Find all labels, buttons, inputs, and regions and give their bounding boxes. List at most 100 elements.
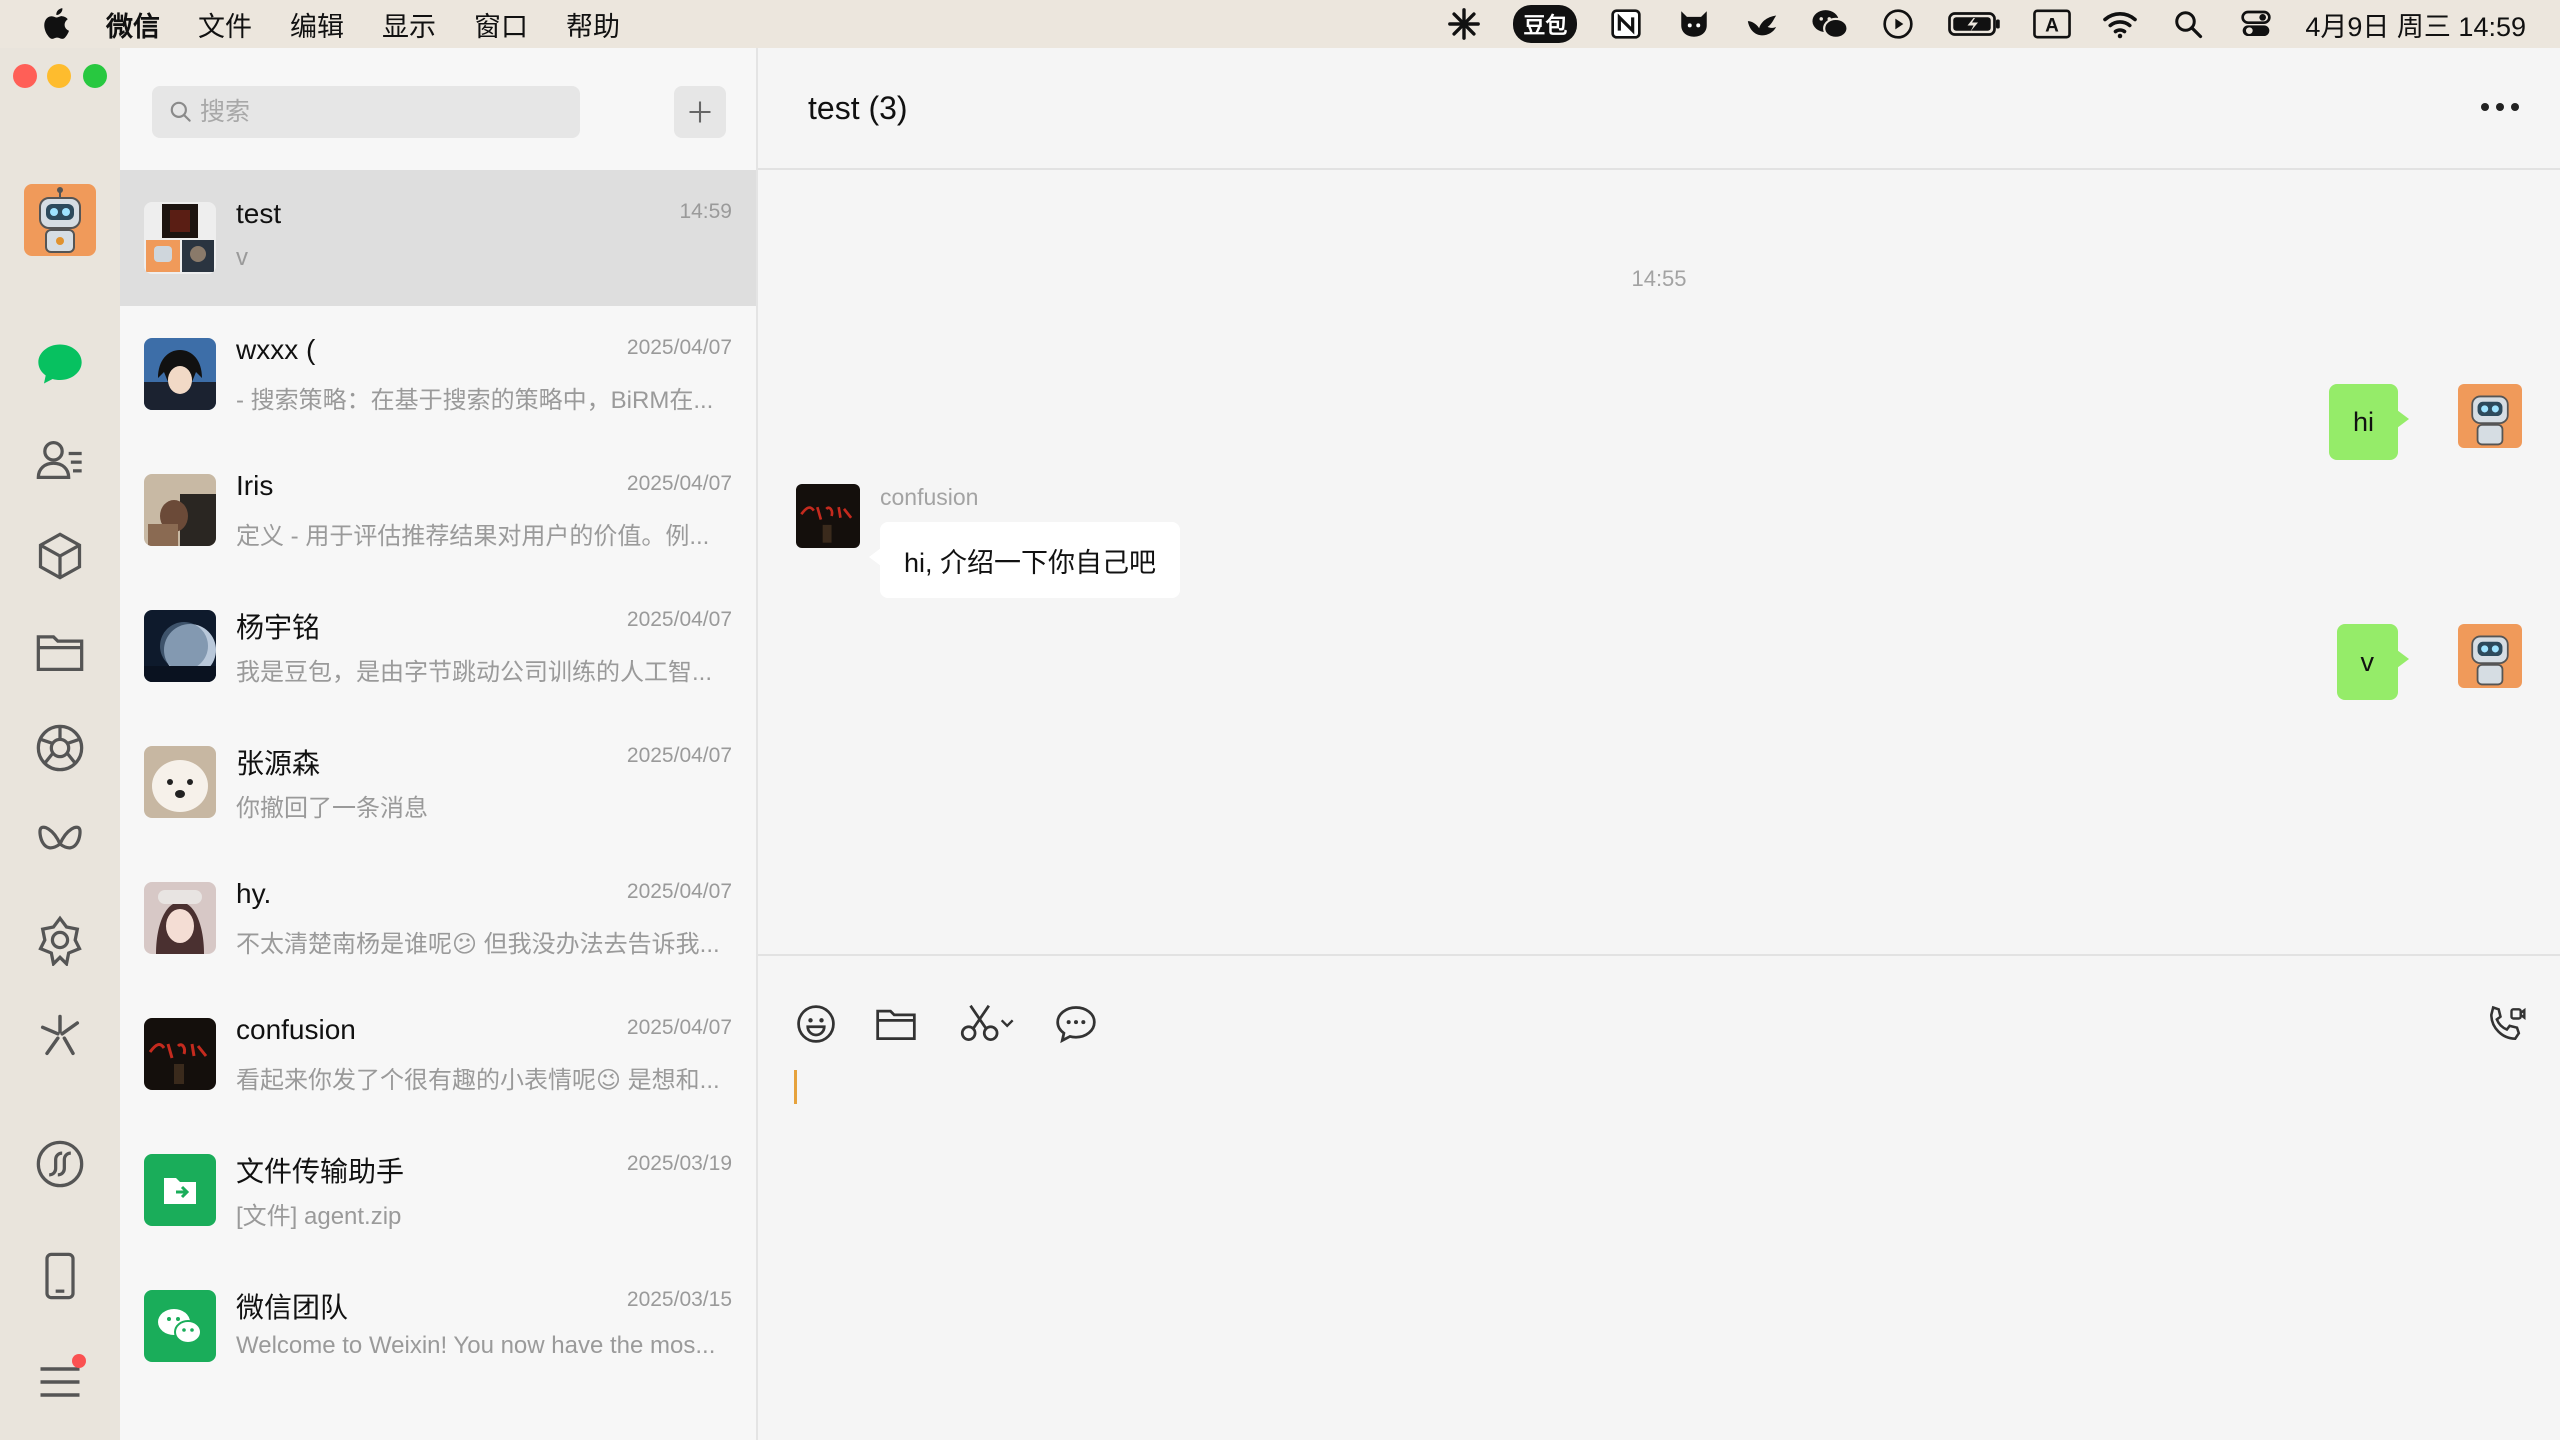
menu-view[interactable]: 显示 (382, 5, 436, 44)
chat-name: test (236, 198, 282, 229)
nav-channels-button[interactable] (30, 814, 90, 874)
chat-name: 杨宇铭 (236, 612, 321, 643)
scissors-icon (960, 1004, 1014, 1041)
contact-avatar (144, 1018, 216, 1090)
nav-contacts-button[interactable] (30, 430, 90, 490)
add-chat-button[interactable] (674, 86, 726, 138)
nav-chats-button[interactable] (30, 334, 90, 394)
moments-icon (36, 724, 84, 772)
phone-icon (45, 1252, 75, 1300)
nav-favorites-button[interactable] (30, 526, 90, 586)
message-text: hi (2352, 406, 2374, 437)
chat-name: 微信团队 (236, 1292, 349, 1323)
bird-icon[interactable] (1743, 5, 1781, 43)
message-area: 14:55 hi confusion hi, 介绍一下你自己吧 v (758, 170, 2560, 1000)
search-icon (40, 1014, 80, 1056)
chat-item-yang-yuming[interactable]: 杨宇铭 2025/04/07 我是豆包，是由字节跳动公司训练的人工智... (120, 578, 756, 714)
input-method-label: A (2046, 15, 2060, 36)
nav-moments-button[interactable] (30, 718, 90, 778)
chat-name: wxxx ( (236, 334, 316, 365)
control-center-icon[interactable] (2237, 5, 2275, 43)
emoji-icon (797, 1005, 835, 1043)
search-input[interactable] (200, 97, 570, 127)
window-maximize-button[interactable] (83, 64, 107, 88)
cat-icon[interactable] (1675, 5, 1713, 43)
chat-time: 2025/04/07 (626, 336, 732, 359)
nav-search-button[interactable] (30, 1006, 90, 1066)
more-dots-icon (2481, 103, 2519, 111)
sparkle-icon[interactable] (1445, 5, 1483, 43)
chat-time: 14:59 (679, 200, 732, 223)
window-close-button[interactable] (13, 64, 37, 88)
chat-name: Iris (236, 470, 274, 501)
nav-mini-programs-button[interactable] (30, 910, 90, 970)
wechat-icon[interactable] (1811, 5, 1850, 43)
menu-window[interactable]: 窗口 (474, 5, 528, 44)
my-message-avatar[interactable] (2458, 624, 2522, 688)
menu-edit[interactable]: 编辑 (290, 5, 344, 44)
chat-time: 2025/04/07 (626, 472, 732, 495)
chat-item-wechat-team[interactable]: 微信团队 2025/03/15 Welcome to Weixin! You n… (120, 1258, 756, 1394)
chat-item-file-transfer[interactable]: 文件传输助手 2025/03/19 [文件] agent.zip (120, 1122, 756, 1258)
chat-item-test[interactable]: test 14:59 v (120, 170, 756, 306)
nav-apps-button[interactable] (30, 1134, 90, 1194)
menu-wechat[interactable]: 微信 (106, 5, 160, 44)
wifi-icon[interactable] (2101, 5, 2139, 43)
nav-menu-button[interactable] (30, 1352, 90, 1412)
send-file-button[interactable] (872, 1000, 920, 1048)
screenshot-button[interactable] (952, 1000, 1022, 1048)
input-method-icon[interactable]: A (2033, 5, 2072, 43)
message-bubble-sent[interactable]: v (2336, 624, 2409, 700)
chat-history-button[interactable] (1052, 1000, 1100, 1048)
nav-phone-button[interactable] (30, 1246, 90, 1306)
message-input[interactable] (794, 1064, 2514, 1404)
menubar-clock[interactable]: 4月9日 周三 14:59 (2305, 5, 2526, 44)
notion-icon[interactable] (1607, 5, 1645, 43)
chat-icon (38, 344, 82, 384)
sender-avatar[interactable] (796, 484, 860, 548)
contacts-icon (36, 441, 82, 479)
favorites-icon (38, 532, 82, 580)
chat-preview: [文件] agent.zip (236, 1203, 402, 1230)
apps-icon (36, 1140, 84, 1188)
chat-preview: 你撤回了一条消息 (236, 795, 428, 822)
menu-bar: 微信 文件 编辑 显示 窗口 帮助 豆包 A 4月9日 周三 14:59 (0, 0, 2560, 48)
my-message-avatar[interactable] (2458, 384, 2522, 448)
chat-name: 张源森 (236, 748, 321, 779)
nav-files-button[interactable] (30, 622, 90, 682)
time-divider: 14:55 (1631, 266, 1687, 291)
chat-item-zhang-yuansen[interactable]: 张源森 2025/04/07 你撤回了一条消息 (120, 714, 756, 850)
call-button[interactable] (2482, 1000, 2530, 1048)
chat-name: confusion (236, 1014, 356, 1045)
doubao-badge[interactable]: 豆包 (1513, 5, 1578, 43)
window-minimize-button[interactable] (47, 64, 71, 88)
chat-item-confusion[interactable]: confusion 2025/04/07 看起来你发了个很有趣的小表情呢😉 是想… (120, 986, 756, 1122)
message-bubble-sent[interactable]: hi (2328, 384, 2410, 460)
battery-icon[interactable] (1947, 5, 2003, 43)
my-avatar[interactable] (24, 184, 96, 256)
file-transfer-avatar (144, 1154, 216, 1226)
emoji-button[interactable] (792, 1000, 840, 1048)
chat-item-hy[interactable]: hy. 2025/04/07 不太清楚南杨是谁呢😕 但我没办法去告诉我... (120, 850, 756, 986)
more-options-button[interactable] (2476, 92, 2524, 122)
chat-item-wxxx[interactable]: wxxx ( 2025/04/07 - 搜索策略：在基于搜索的策略中，BiRM在… (120, 306, 756, 442)
chat-item-iris[interactable]: Iris 2025/04/07 定义 - 用于评估推荐结果对用户的价值。例... (120, 442, 756, 578)
message-bubble-received[interactable]: hi, 介绍一下你自己吧 (868, 522, 1181, 598)
chat-time: 2025/03/15 (626, 1288, 732, 1311)
chat-time: 2025/03/19 (626, 1152, 732, 1175)
files-icon (36, 635, 84, 671)
menu-file[interactable]: 文件 (198, 5, 252, 44)
chat-preview: Welcome to Weixin! You now have the mos.… (236, 1332, 716, 1359)
chat-preview: v (236, 244, 248, 271)
search-icon (170, 101, 191, 122)
spotlight-icon[interactable] (2169, 5, 2207, 43)
chat-preview: 不太清楚南杨是谁呢😕 但我没办法去告诉我... (236, 931, 720, 958)
apple-logo-icon[interactable] (40, 6, 76, 42)
play-icon[interactable] (1879, 5, 1917, 43)
chat-list: test 14:59 v wxxx ( 2025/04/07 - 搜索策略：在基… (120, 170, 756, 1394)
search-box[interactable] (152, 86, 580, 138)
chat-time: 2025/04/07 (626, 880, 732, 903)
menu-help[interactable]: 帮助 (566, 5, 620, 44)
wechat-window: test 14:59 v wxxx ( 2025/04/07 - 搜索策略：在基… (0, 48, 2560, 1440)
chat-name: hy. (236, 878, 272, 909)
